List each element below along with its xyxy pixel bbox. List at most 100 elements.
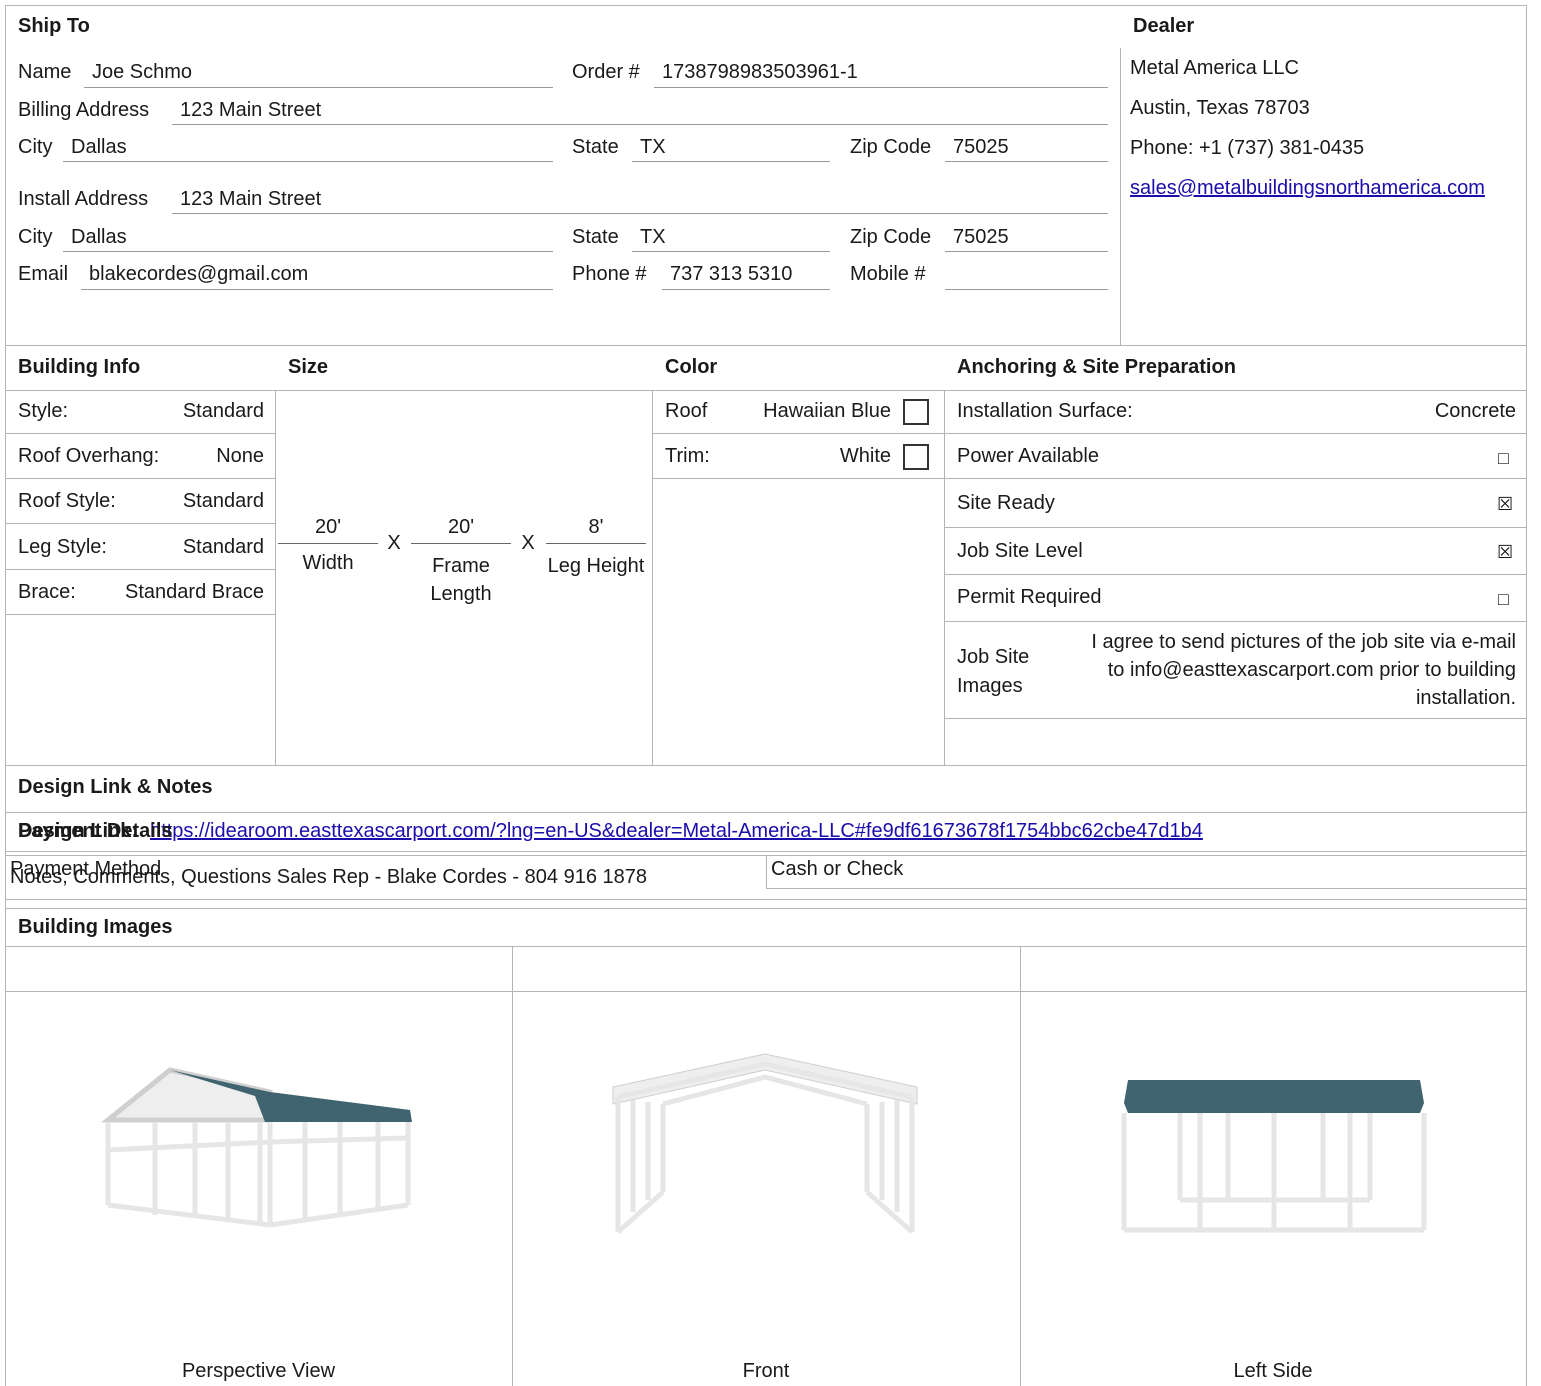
install-underline [172,213,1108,214]
job-site-images-text: I agree to send pictures of the job site… [1091,631,1516,709]
state-value: TX [640,136,666,158]
roof-color-swatch [903,399,929,425]
site-level-checkbox: ☒ [1497,542,1514,562]
name-label: Name [18,61,72,83]
left-side-caption: Left Side [1233,1360,1313,1382]
size-heading: Size [288,356,329,378]
section-divider-4b [5,908,1526,909]
city-label: City [18,136,53,158]
power-label: Power Available [957,445,1099,467]
size-length-line [411,543,511,544]
anch-row-line-5 [944,621,1526,622]
billing-underline [172,124,1108,125]
job-site-images-label: Job Site Images [957,646,1030,697]
site-ready-checkbox: ☒ [1497,494,1514,514]
city2-label: City [18,226,53,248]
order-underline [654,87,1108,88]
bi-row-line-3 [5,523,275,524]
zip2-value: 75025 [953,226,1009,248]
billing-label: Billing Address [18,99,150,121]
images-header-line [5,946,1526,947]
dealer-phone: Phone: +1 (737) 381-0435 [1130,137,1365,159]
dealer-divider [1120,48,1121,345]
payment-method-label: Payment Method [10,858,162,880]
design-heading: Design Link & Notes [18,776,213,798]
email-label: Email [18,263,69,285]
design-link[interactable]: https://idearoom.easttexascarport.com/?l… [150,820,1203,843]
roof-color-value: Hawaiian Blue [763,400,891,422]
email-underline [81,289,553,290]
outer-top-border [5,5,1526,6]
install-value: 123 Main Street [180,188,322,210]
size-width-label: Width [302,552,354,574]
color-heading: Color [665,356,718,378]
email-value: blakecordes@gmail.com [89,263,309,285]
name-value: Joe Schmo [92,61,193,83]
roof-style-value: Standard [182,490,264,512]
size-times-1: X [387,532,401,554]
phone-underline [662,289,830,290]
site-ready-label: Site Ready [957,492,1055,514]
power-checkbox: □ [1498,448,1509,468]
trim-color-value: White [839,445,891,467]
outer-right-border [1526,5,1527,1386]
state2-underline [632,251,830,252]
zip2-label: Zip Code [850,226,932,248]
front-view-image [612,1053,918,1234]
brace-label: Brace: [18,581,76,603]
dealer-email-link[interactable]: sales@metalbuildingsnorthamerica.com [1130,177,1485,200]
dealer-location: Austin, Texas 78703 [1130,97,1310,119]
size-length-value: 20' [447,516,475,538]
trim-color-label: Trim: [665,445,710,467]
ship-to-heading: Ship To [18,15,90,37]
col-divider-3 [944,390,945,765]
col-divider-2 [652,390,653,765]
leg-style-value: Standard [182,536,264,558]
size-height-label: Leg Height [547,555,645,577]
section-divider-4a [5,899,1526,900]
anch-row-line-2 [944,478,1526,479]
bi-row-line-5 [5,614,275,615]
section-divider-3 [5,765,1526,766]
images-divider-2 [1020,946,1021,1386]
images-heading: Building Images [18,916,173,938]
dealer-heading: Dealer [1133,15,1195,37]
bi-row-line-1 [5,433,275,434]
size-width-line [278,543,378,544]
size-length-label: Frame Length [430,555,492,605]
images-divider-1 [512,946,513,1386]
state2-label: State [572,226,619,248]
overhang-value: None [216,445,264,467]
anch-row-line-3 [944,527,1526,528]
phone-label: Phone # [572,263,647,285]
style-label: Style: [18,400,69,422]
dealer-name: Metal America LLC [1130,57,1299,79]
size-height-value: 8' [588,516,604,538]
city-value: Dallas [71,136,127,158]
leg-style-label: Leg Style: [18,536,107,558]
left-side-image [1121,1080,1427,1233]
size-height-line [546,543,646,544]
order-label: Order # [572,61,640,83]
roof-color-label: Roof [665,400,708,422]
front-caption: Front [742,1360,790,1382]
color-row-line-1 [652,433,944,434]
state2-value: TX [640,226,666,248]
anchoring-heading: Anchoring & Site Preparation [957,356,1236,378]
section-divider-1 [5,345,1526,346]
style-value: Standard [182,400,264,422]
surface-value: Concrete [1434,400,1516,422]
phone-value: 737 313 5310 [670,263,793,285]
anch-row-line-6 [944,718,1526,719]
design-line-4 [766,888,1526,889]
brace-value: Standard Brace [125,581,264,603]
surface-label: Installation Surface: [957,400,1133,422]
payment-method-value: Cash or Check [771,858,904,880]
anch-row-line-4 [944,574,1526,575]
perspective-caption: Perspective View [181,1360,336,1382]
name-underline [84,87,553,88]
images-line-2 [5,991,1526,992]
zip-underline [945,161,1108,162]
section-header-line-2 [5,390,1526,391]
anch-row-line-1 [944,433,1526,434]
